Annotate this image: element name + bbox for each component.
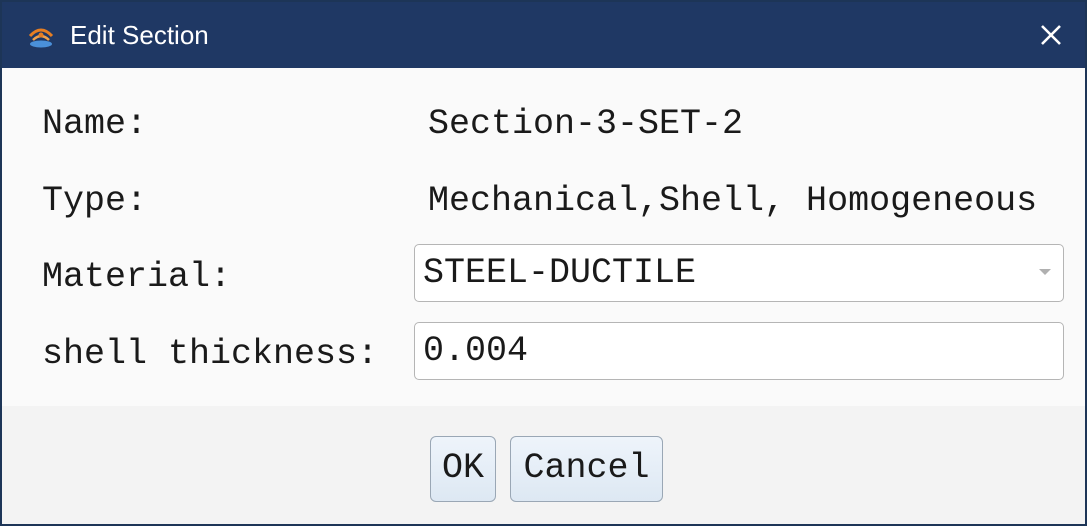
type-label: Type:	[42, 181, 148, 221]
title-bar[interactable]: Edit Section	[2, 2, 1085, 68]
material-select[interactable]: STEEL-DUCTILE	[414, 244, 1064, 302]
cancel-button[interactable]: Cancel	[510, 436, 663, 502]
material-label: Material:	[42, 257, 232, 297]
name-label: Name:	[42, 104, 148, 144]
thickness-input[interactable]: 0.004	[414, 322, 1064, 380]
edit-section-dialog: Edit Section Name: Section-3-SET-2 Type:…	[0, 0, 1087, 526]
thickness-value: 0.004	[423, 331, 529, 371]
name-value: Section-3-SET-2	[428, 104, 744, 144]
type-value: Mechanical,Shell, Homogeneous	[428, 181, 1038, 221]
close-icon[interactable]	[1033, 16, 1069, 54]
thickness-label: shell thickness:	[42, 334, 379, 374]
material-selected-value: STEEL-DUCTILE	[423, 253, 697, 293]
chevron-down-icon[interactable]	[1039, 269, 1051, 275]
section-form: Name: Section-3-SET-2 Type: Mechanical,S…	[2, 68, 1085, 406]
app-logo-icon	[28, 28, 54, 48]
dialog-body: Name: Section-3-SET-2 Type: Mechanical,S…	[2, 68, 1085, 524]
ok-button[interactable]: OK	[430, 436, 496, 502]
window-title: Edit Section	[70, 20, 209, 50]
